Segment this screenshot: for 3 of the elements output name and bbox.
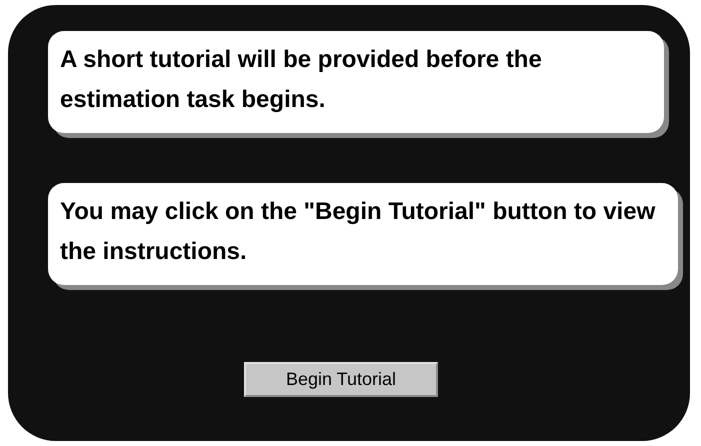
begin-tutorial-button[interactable]: Begin Tutorial: [244, 362, 438, 397]
message-box: A short tutorial will be provided before the estimation task begins.: [48, 31, 664, 133]
message-box: You may click on the "Begin Tutorial" button to view the instructions.: [48, 183, 678, 285]
